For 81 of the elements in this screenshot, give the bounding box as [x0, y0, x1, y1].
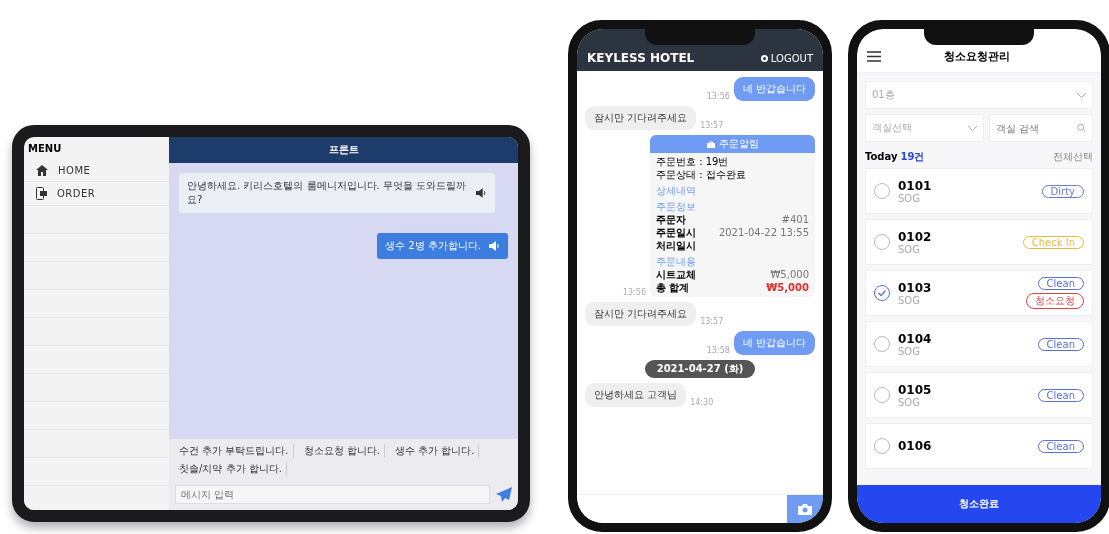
- message-text: 안녕하세요. 키리스호텔의 룸메니저입니다. 무엇을 도와드릴까요?: [187, 179, 468, 207]
- row-label: 주문일시: [656, 227, 696, 239]
- quick-reply[interactable]: 수건 추가 부탁드립니다.: [175, 444, 294, 458]
- status-tag: Check In: [1022, 235, 1084, 249]
- status-tag: Clean: [1037, 388, 1084, 402]
- row-value: ₩5,000: [766, 282, 809, 294]
- send-icon[interactable]: [496, 487, 512, 502]
- bag-icon: [706, 140, 715, 148]
- card-title: 주문알림: [718, 138, 759, 150]
- complete-button[interactable]: 청소완료: [857, 485, 1101, 523]
- room-card[interactable]: 0104 SOG Clean: [865, 321, 1093, 367]
- room-card[interactable]: 0106 Clean: [865, 423, 1093, 469]
- row-value: 2021-04-22 13:55: [718, 227, 809, 239]
- message-text: 생수 2병 추가합니다.: [385, 239, 481, 253]
- count-label: 19건: [900, 150, 926, 164]
- room-type: SOG: [898, 345, 921, 357]
- status-tag: Dirty: [1041, 184, 1084, 198]
- row-value: ₩5,000: [770, 269, 809, 281]
- room-number: 0103: [898, 280, 933, 295]
- message-time: 14:30: [690, 398, 714, 407]
- status-tag: 청소요청: [1026, 293, 1084, 309]
- quick-reply[interactable]: 생수 추가 합니다.: [390, 444, 480, 458]
- room-card[interactable]: 0102 SOG Check In: [865, 219, 1093, 265]
- message-bubble: 잠시만 기다려주세요: [585, 106, 697, 130]
- sidebar-item[interactable]: HOME: [24, 160, 169, 182]
- logout-button[interactable]: LOGOUT: [760, 52, 813, 64]
- status-tag: Clean: [1037, 277, 1084, 290]
- row-label: 총 합계: [656, 282, 690, 294]
- date-pill: 2021-04-27 (화): [644, 360, 756, 378]
- room-number: 0106: [898, 439, 933, 453]
- row-label: 주문자: [656, 214, 686, 226]
- power-icon: [760, 54, 768, 62]
- room-type: SOG: [898, 294, 921, 306]
- section-heading: 주문내용: [656, 256, 697, 268]
- message-time: 13:57: [700, 317, 724, 326]
- room-card[interactable]: 0105 SOG Clean: [865, 372, 1093, 418]
- chevron-down-icon: [1077, 92, 1086, 98]
- status-tag: Clean: [1037, 439, 1084, 453]
- search-field[interactable]: 객실 검색: [988, 114, 1093, 142]
- quick-reply[interactable]: 청소요청 합니다.: [299, 444, 385, 458]
- room-type: SOG: [898, 192, 921, 204]
- room-number: 0105: [898, 382, 933, 397]
- home-icon: [36, 165, 48, 176]
- today-label: Today: [865, 151, 898, 162]
- speaker-icon[interactable]: [476, 188, 487, 198]
- message-time: 13:58: [706, 346, 730, 355]
- room-type: SOG: [898, 243, 921, 255]
- message-time: 13:56: [706, 92, 730, 101]
- message-bubble: 잠시만 기다려주세요: [585, 302, 697, 326]
- room-number: 0101: [898, 178, 933, 193]
- room-type: SOG: [898, 396, 921, 408]
- order-line: 주문번호 : 19번: [656, 156, 730, 168]
- section-heading: 주문정보: [656, 201, 697, 213]
- message-input[interactable]: 메시지 입력: [175, 485, 490, 504]
- page-title: 청소요청관리: [943, 49, 1011, 64]
- chat-header: 프론트: [169, 137, 518, 163]
- room-card[interactable]: 0101 SOG Dirty: [865, 168, 1093, 214]
- message-bubble: 안녕하세요 고객님: [585, 383, 687, 407]
- order-line: 주문상태 : 접수완료: [656, 169, 747, 181]
- room-number: 0102: [898, 229, 933, 244]
- room-card[interactable]: 0103 SOG Clean 청소요청: [865, 270, 1093, 316]
- select-all-button[interactable]: 전체선택: [1053, 150, 1093, 164]
- check-icon: [878, 290, 886, 296]
- camera-icon: [798, 503, 812, 515]
- message-bubble: 네 반갑습니다: [733, 77, 815, 101]
- row-label: 처리일시: [656, 240, 696, 252]
- quick-reply[interactable]: 칫솔/치약 추가 합니다.: [175, 462, 287, 476]
- row-label: 시트교체: [656, 269, 696, 281]
- chevron-down-icon: [967, 125, 977, 131]
- search-icon[interactable]: [1077, 123, 1086, 133]
- message-time: 13:57: [700, 121, 724, 130]
- app-title: KEYLESS HOTEL: [587, 51, 695, 65]
- menu-title: MENU: [27, 142, 63, 156]
- room-number: 0104: [898, 331, 933, 346]
- message-bubble: 네 반갑습니다: [733, 331, 815, 355]
- menu-icon[interactable]: [867, 51, 881, 62]
- tablet-device-icon: [36, 187, 47, 200]
- row-value: #401: [781, 214, 809, 226]
- message-time: 13:56: [622, 288, 646, 297]
- camera-button[interactable]: [787, 495, 823, 523]
- status-tag: Clean: [1037, 337, 1084, 351]
